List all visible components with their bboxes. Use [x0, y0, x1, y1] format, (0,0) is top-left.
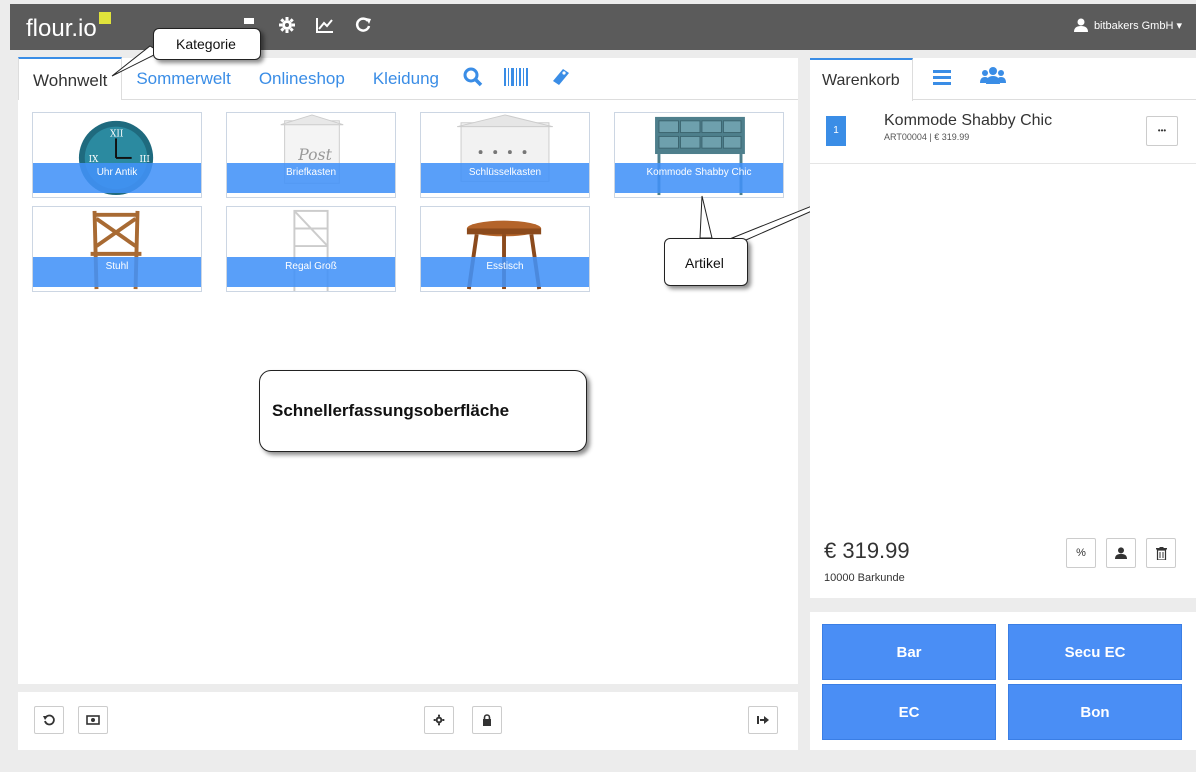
statistics-chart-icon[interactable]: [314, 16, 336, 38]
history-button[interactable]: [34, 706, 64, 734]
pay-ec-button[interactable]: EC: [822, 684, 996, 740]
cart-total: € 319.99: [824, 538, 910, 563]
category-tabs: Wohnwelt Sommerwelt Onlineshop Kleidung: [18, 57, 798, 100]
pay-bon-button[interactable]: Bon: [1008, 684, 1182, 740]
percent-icon: %: [1076, 547, 1086, 559]
svg-text:Post: Post: [297, 146, 332, 164]
customer-name: 10000 Barkunde: [824, 572, 905, 584]
cart-panel: Warenkorb 1 Kommode Shabby Chic ART00004…: [810, 58, 1196, 598]
tile-label: Schlüsselkasten: [421, 163, 589, 193]
pay-bar-button[interactable]: Bar: [822, 624, 996, 680]
refresh-icon[interactable]: [352, 16, 374, 38]
voucher-ticket-icon[interactable]: [539, 57, 581, 99]
tile-label: Esstisch: [421, 257, 589, 287]
callout-schnellerfassung: Schnellerfassungsoberfläche: [259, 370, 587, 452]
pay-secu-ec-button[interactable]: Secu EC: [1008, 624, 1182, 680]
user-name: bitbakers GmbH ▾: [1093, 19, 1182, 32]
callout-kategorie: Kategorie: [153, 28, 261, 60]
product-tile-regal[interactable]: Regal Groß: [226, 206, 396, 292]
product-tile-kommode[interactable]: Kommode Shabby Chic: [614, 112, 784, 198]
money-icon: [86, 715, 100, 725]
product-tile-schluesselkasten[interactable]: Schlüsselkasten: [420, 112, 590, 198]
tile-label: Uhr Antik: [33, 163, 201, 193]
gear-icon: [433, 714, 445, 726]
product-tile-briefkasten[interactable]: Post Briefkasten: [226, 112, 396, 198]
bottom-toolbar: [18, 692, 798, 750]
sign-out-icon: [757, 716, 769, 724]
product-tile-stuhl[interactable]: Stuhl: [32, 206, 202, 292]
item-name: Kommode Shabby Chic: [884, 112, 1053, 129]
trash-icon: [1155, 546, 1167, 560]
settings-gear-icon[interactable]: [276, 16, 298, 38]
customers-group-icon[interactable]: [980, 66, 1006, 91]
select-customer-button[interactable]: [1106, 538, 1136, 568]
callout-artikel: Artikel: [664, 238, 748, 286]
item-quantity[interactable]: 1: [826, 116, 846, 146]
product-tile-esstisch[interactable]: Esstisch: [420, 206, 590, 292]
product-tile-uhr-antik[interactable]: XII III IX Uhr Antik: [32, 112, 202, 198]
tile-label: Regal Groß: [227, 257, 395, 287]
tile-label: Kommode Shabby Chic: [615, 163, 783, 193]
tab-warenkorb[interactable]: Warenkorb: [810, 58, 913, 101]
lock-button[interactable]: [472, 706, 502, 734]
svg-text:XII: XII: [110, 129, 123, 139]
cart-item[interactable]: 1 Kommode Shabby Chic ART00004 | € 319.9…: [810, 100, 1196, 164]
logo-mark-icon: [98, 12, 111, 24]
item-options-button[interactable]: •••: [1146, 116, 1178, 146]
tab-kleidung[interactable]: Kleidung: [359, 57, 453, 99]
tab-onlineshop[interactable]: Onlineshop: [245, 57, 359, 99]
cash-drawer-button[interactable]: [78, 706, 108, 734]
history-icon: [43, 714, 55, 726]
logout-button[interactable]: [748, 706, 778, 734]
tab-wohnwelt[interactable]: Wohnwelt: [18, 57, 123, 100]
payment-panel: Bar Secu EC EC Bon: [810, 612, 1196, 750]
tab-sommerwelt[interactable]: Sommerwelt: [122, 57, 244, 99]
tile-label: Stuhl: [33, 257, 201, 287]
item-meta: ART00004 | € 319.99: [884, 132, 970, 142]
barcode-icon[interactable]: [493, 57, 539, 99]
settings-button[interactable]: [424, 706, 454, 734]
search-icon[interactable]: [453, 57, 493, 99]
discount-button[interactable]: %: [1066, 538, 1096, 568]
clear-cart-button[interactable]: [1146, 538, 1176, 568]
list-menu-icon[interactable]: [932, 68, 952, 91]
user-menu[interactable]: bitbakers GmbH ▾: [1073, 18, 1182, 32]
user-icon: [1115, 547, 1127, 559]
tile-label: Briefkasten: [227, 163, 395, 193]
lock-icon: [483, 714, 491, 726]
cart-tabs: Warenkorb: [810, 58, 1196, 101]
user-icon: [1073, 18, 1088, 32]
app-logo: flour.io: [26, 12, 111, 43]
